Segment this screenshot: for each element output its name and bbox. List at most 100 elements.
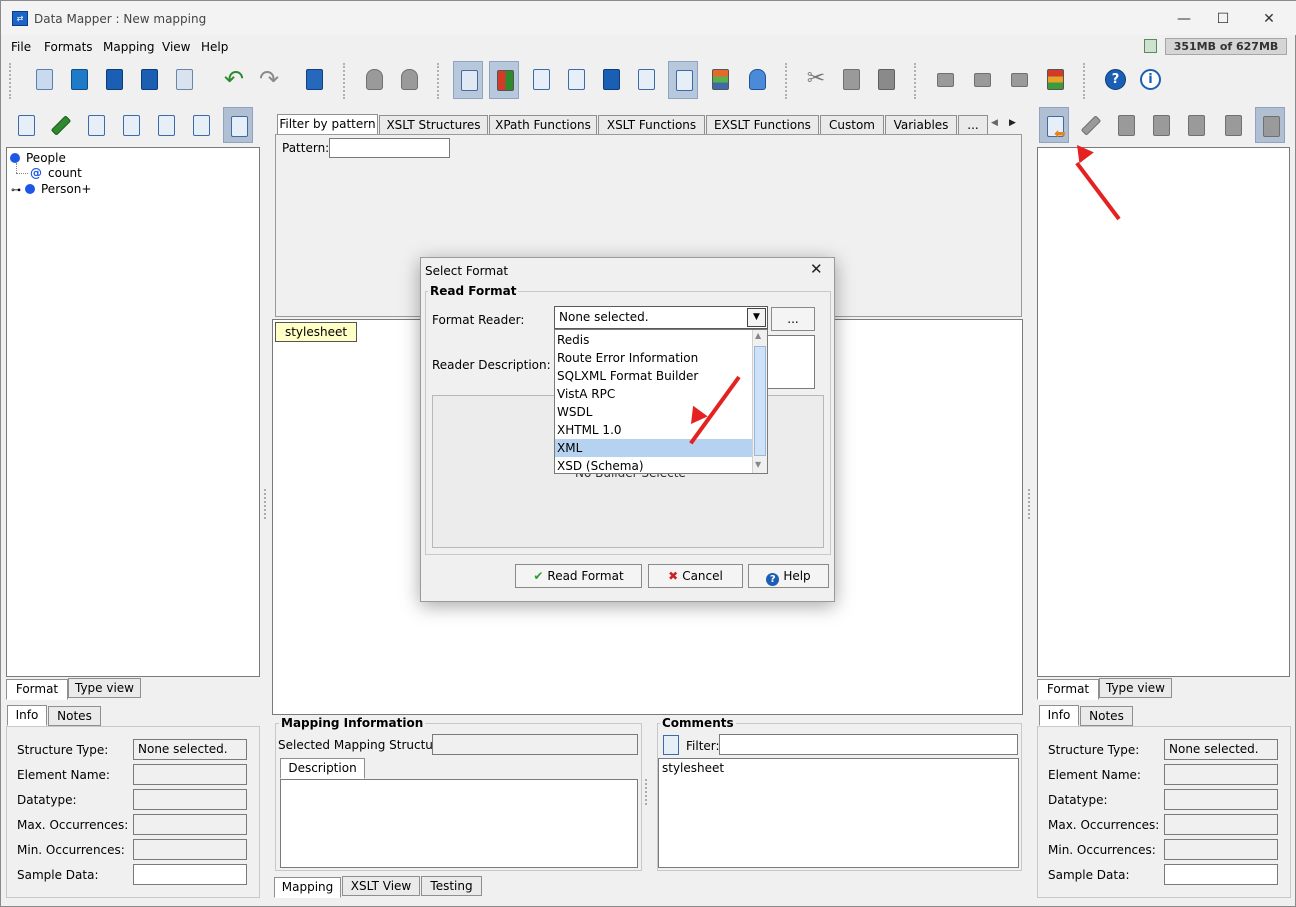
save-xslt-button[interactable] (596, 61, 626, 99)
document-button[interactable] (631, 61, 661, 99)
align-right-button[interactable] (1004, 61, 1034, 99)
layers-button[interactable] (1040, 61, 1070, 99)
pattern-input[interactable] (329, 138, 450, 158)
undo-icon[interactable]: ↶ (219, 61, 249, 99)
help-button-toolbar[interactable]: ? (1100, 61, 1130, 99)
source-tree-view-button[interactable] (223, 107, 253, 143)
option-xhtml[interactable]: XHTML 1.0 (555, 421, 752, 439)
menu-view[interactable]: View (162, 40, 190, 54)
help-button[interactable]: ? Help (748, 564, 829, 588)
minimize-button[interactable]: — (1171, 9, 1197, 29)
option-wsdl[interactable]: WSDL (555, 403, 752, 421)
open-mapping-button[interactable] (64, 61, 94, 99)
close-window-button[interactable]: ✕ (1256, 9, 1282, 29)
copy-button[interactable] (836, 61, 866, 99)
option-sqlxml-format-builder[interactable]: SQLXML Format Builder (555, 367, 752, 385)
tab-format-left[interactable]: Format (6, 679, 68, 700)
scroll-down-icon[interactable]: ▼ (755, 460, 761, 469)
option-xsd-schema[interactable]: XSD (Schema) (555, 457, 752, 473)
load-target-button[interactable]: ⬅ (1039, 107, 1069, 143)
tab-xslt-functions[interactable]: XSLT Functions (598, 115, 705, 135)
source-doc-button[interactable] (81, 107, 111, 143)
source-search-button[interactable] (151, 107, 181, 143)
stylesheet-node[interactable]: stylesheet (275, 322, 357, 342)
tab-filter-by-pattern[interactable]: Filter by pattern (277, 114, 378, 135)
db-connect-button[interactable] (359, 61, 389, 99)
tree-node-count[interactable]: @ count (30, 166, 82, 180)
menu-file[interactable]: File (11, 40, 31, 54)
bottom-splitter[interactable] (645, 779, 647, 805)
menu-mapping[interactable]: Mapping (103, 40, 155, 54)
tab-custom[interactable]: Custom (820, 115, 884, 135)
target-tools-button[interactable] (1076, 107, 1106, 143)
db-settings-button[interactable] (394, 61, 424, 99)
tab-notes-right[interactable]: Notes (1080, 706, 1133, 726)
source-tools-button[interactable] (46, 107, 76, 143)
target-doc-button[interactable] (1111, 107, 1141, 143)
tab-type-view-left[interactable]: Type view (68, 678, 141, 698)
target-list-button[interactable] (1146, 107, 1176, 143)
color-view-button[interactable] (489, 61, 519, 99)
option-route-error-information[interactable]: Route Error Information (555, 349, 752, 367)
source-edit-button[interactable] (186, 107, 216, 143)
menu-help[interactable]: Help (201, 40, 228, 54)
browse-button[interactable]: ... (771, 307, 815, 331)
tab-testing[interactable]: Testing (421, 876, 482, 896)
about-button[interactable]: i (1135, 61, 1165, 99)
redo-icon[interactable]: ↷ (254, 61, 284, 99)
dropdown-arrow-icon[interactable]: ▼ (747, 308, 766, 327)
show-info-button[interactable] (453, 61, 483, 99)
table-view-button[interactable] (705, 61, 735, 99)
sample-data-field[interactable] (1164, 864, 1278, 885)
tab-notes-left[interactable]: Notes (48, 706, 101, 726)
save-as-button[interactable] (134, 61, 164, 99)
maximize-button[interactable]: ☐ (1210, 9, 1236, 29)
menu-formats[interactable]: Formats (44, 40, 93, 54)
xslt-code-button[interactable] (561, 61, 591, 99)
load-source-button[interactable] (11, 107, 41, 143)
checklist-button[interactable] (526, 61, 556, 99)
sample-data-field[interactable] (133, 864, 247, 885)
cut-icon[interactable]: ✂ (801, 61, 831, 99)
cancel-button[interactable]: ✖ Cancel (648, 564, 743, 588)
read-format-button[interactable]: ✔ Read Format (515, 564, 642, 588)
source-list-button[interactable] (116, 107, 146, 143)
comments-area[interactable]: stylesheet (658, 758, 1019, 868)
exit-button[interactable] (299, 61, 329, 99)
tab-mapping[interactable]: Mapping (274, 877, 341, 898)
tree-node-root[interactable]: People (10, 151, 66, 165)
scroll-up-icon[interactable]: ▲ (755, 331, 761, 340)
tab-format-right[interactable]: Format (1037, 679, 1099, 700)
left-splitter[interactable] (264, 489, 266, 519)
target-edit-button[interactable] (1218, 107, 1248, 143)
dropdown-scrollbar[interactable]: ▲ ▼ (752, 330, 767, 473)
tab-type-view-right[interactable]: Type view (1099, 678, 1172, 698)
tab-xslt-view[interactable]: XSLT View (342, 876, 420, 896)
database-view-button[interactable] (742, 61, 772, 99)
format-reader-select[interactable]: None selected. (554, 306, 768, 329)
attribute-view-button[interactable] (668, 61, 698, 99)
paste-button[interactable] (871, 61, 901, 99)
tab-exslt-functions[interactable]: EXSLT Functions (706, 115, 819, 135)
tab-scroll-left-icon[interactable]: ◀ (991, 118, 998, 128)
align-left-button[interactable] (930, 61, 960, 99)
tab-more[interactable]: ... (958, 115, 988, 135)
scrollbar-thumb[interactable] (754, 346, 766, 456)
align-center-button[interactable] (967, 61, 997, 99)
description-textarea[interactable] (280, 779, 638, 868)
tab-scroll-right-icon[interactable]: ▶ (1009, 118, 1016, 128)
tab-info-right[interactable]: Info (1039, 705, 1079, 726)
export-xls-button[interactable] (169, 61, 199, 99)
new-mapping-button[interactable] (29, 61, 59, 99)
tab-variables[interactable]: Variables (885, 115, 957, 135)
tab-info-left[interactable]: Info (7, 705, 47, 726)
option-xml[interactable]: XML (555, 439, 752, 457)
tab-xslt-structures[interactable]: XSLT Structures (379, 115, 488, 135)
right-splitter[interactable] (1028, 489, 1030, 519)
tab-xpath-functions[interactable]: XPath Functions (489, 115, 597, 135)
expand-key-icon[interactable]: ⊶ (11, 185, 21, 196)
garbage-collect-icon[interactable] (1144, 39, 1157, 53)
comments-filter-input[interactable] (719, 734, 1018, 755)
tab-description[interactable]: Description (280, 758, 365, 779)
tree-node-person[interactable]: ⊶ Person+ (11, 182, 91, 196)
